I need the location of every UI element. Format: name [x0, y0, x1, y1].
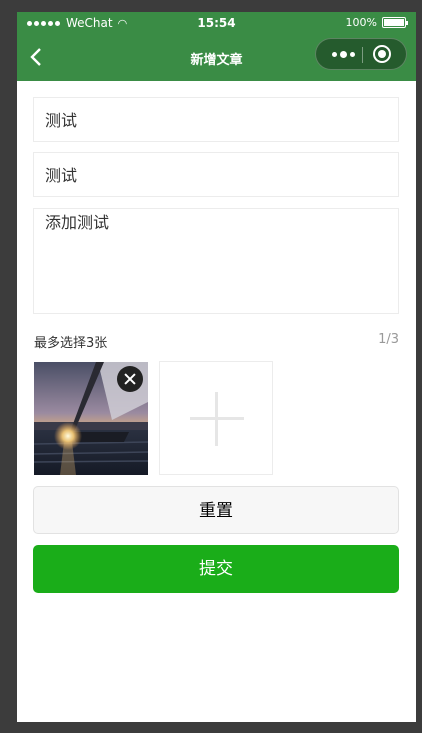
close-mini-program-icon[interactable]	[373, 45, 391, 63]
add-image-button[interactable]	[159, 361, 273, 475]
capsule-divider	[362, 47, 363, 63]
menu-capsule	[315, 38, 407, 70]
phone-screen: WeChat ◠ 15:54 100% 新增文章 测试 测试 添加测试 最多选择…	[17, 12, 416, 722]
title-input[interactable]: 测试	[33, 97, 399, 142]
battery-status: 100%	[345, 16, 408, 29]
image-upload-hint: 最多选择3张	[34, 336, 108, 351]
delete-image-icon[interactable]	[117, 366, 143, 392]
image-count: 1/3	[378, 332, 399, 347]
battery-icon	[382, 17, 408, 28]
subtitle-input[interactable]: 测试	[33, 152, 399, 197]
battery-percent: 100%	[345, 16, 377, 29]
navigation-bar: 新增文章	[17, 34, 416, 81]
more-icon[interactable]	[328, 39, 358, 69]
reset-button[interactable]: 重置	[33, 486, 399, 534]
status-bar: WeChat ◠ 15:54 100%	[17, 12, 416, 34]
content-textarea[interactable]: 添加测试	[33, 208, 399, 314]
submit-button[interactable]: 提交	[33, 545, 399, 593]
